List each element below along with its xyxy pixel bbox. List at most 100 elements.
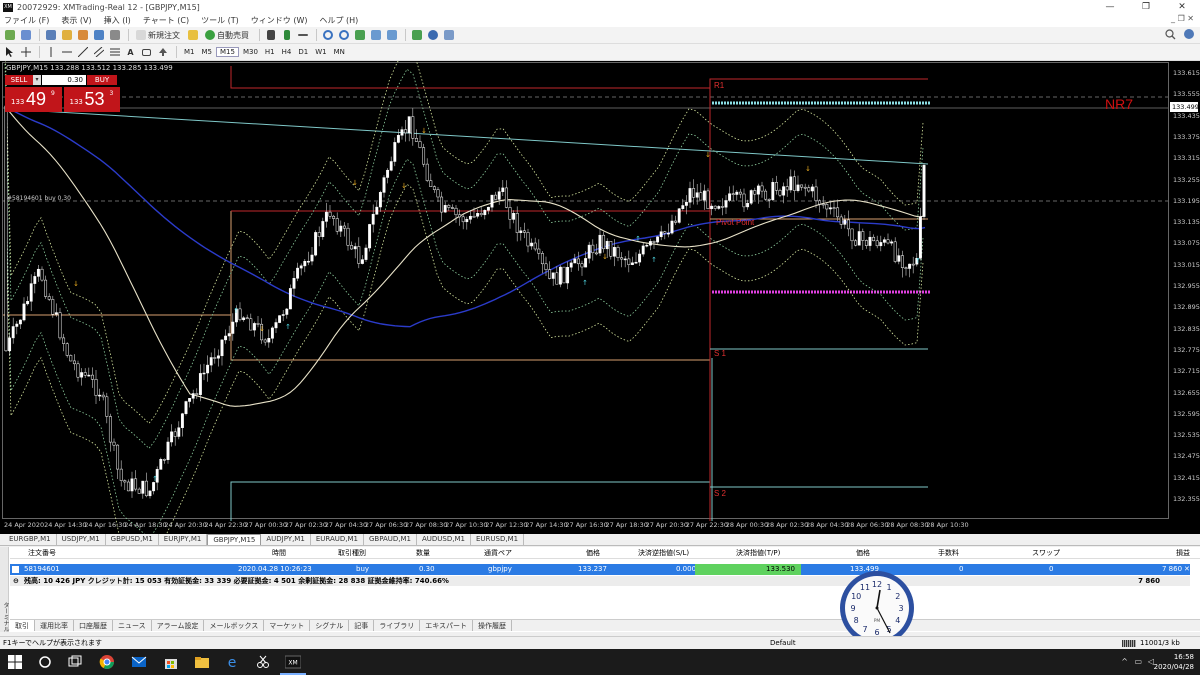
volume-input[interactable]: 0.30 — [42, 74, 86, 85]
menu-view[interactable]: 表示 (V) — [61, 15, 91, 26]
col-take-profit[interactable]: 決済指値(T/P) — [736, 548, 780, 559]
chart-tab-gbpjpy-m15[interactable]: GBPJPY,M15 — [207, 534, 262, 545]
col-time[interactable]: 時間 — [272, 548, 286, 559]
col-volume[interactable]: 数量 — [416, 548, 430, 559]
text-tool-icon[interactable]: A — [124, 46, 137, 59]
terminal-tab-2[interactable]: 口座履歴 — [74, 620, 113, 631]
crosshair-icon[interactable] — [19, 46, 32, 59]
new-chart-icon[interactable] — [3, 29, 16, 42]
buy-button[interactable]: BUY — [87, 74, 117, 85]
profiles-icon[interactable] — [19, 29, 32, 42]
timeframe-h4[interactable]: H4 — [279, 48, 295, 56]
timeframe-m15[interactable]: M15 — [216, 47, 239, 57]
metaeditor-icon[interactable] — [186, 29, 199, 42]
indicators-icon[interactable] — [410, 29, 423, 42]
order-line-label[interactable]: #58194601 buy 0.30 — [7, 195, 71, 202]
volume-dropdown[interactable]: ▾ — [33, 74, 41, 85]
timeframe-h1[interactable]: H1 — [262, 48, 278, 56]
terminal-tab-3[interactable]: ニュース — [113, 620, 152, 631]
community-icon[interactable] — [1184, 29, 1194, 42]
label-tool-icon[interactable] — [140, 46, 153, 59]
minimize-button[interactable]: — — [1092, 0, 1128, 14]
col-open-price[interactable]: 価格 — [586, 548, 600, 559]
buy-price-button[interactable]: 133 53 3 — [63, 87, 120, 112]
search-circle-icon[interactable] — [37, 654, 53, 670]
chart-tab-eurgbp-m1[interactable]: EURGBP,M1 — [4, 534, 57, 545]
col-price[interactable]: 価格 — [856, 548, 870, 559]
terminal-tab-1[interactable]: 運用比率 — [35, 620, 74, 631]
fibonacci-icon[interactable] — [108, 46, 121, 59]
col-stop-loss[interactable]: 決済逆指値(S/L) — [638, 548, 689, 559]
menu-chart[interactable]: チャート (C) — [143, 15, 189, 26]
market-watch-icon[interactable] — [44, 29, 57, 42]
close-order-icon[interactable]: ✕ — [1184, 564, 1190, 575]
col-type[interactable]: 取引種別 — [338, 548, 366, 559]
explorer-folder-icon[interactable] — [194, 654, 210, 670]
network-icon[interactable]: ▭ — [1134, 657, 1142, 666]
col-swap[interactable]: スワップ — [1032, 548, 1060, 559]
timeframe-m30[interactable]: M30 — [240, 48, 261, 56]
line-chart-icon[interactable] — [296, 29, 309, 42]
data-window-icon[interactable] — [60, 29, 73, 42]
close-button[interactable]: ✕ — [1164, 0, 1200, 14]
channel-icon[interactable] — [92, 46, 105, 59]
terminal-tab-0[interactable]: 取引 — [10, 620, 35, 631]
navigator-icon[interactable] — [76, 29, 89, 42]
trade-row[interactable]: 58194601 2020.04.28 10:26:23 buy 0.30 gb… — [10, 564, 1190, 575]
chart-tab-euraud-m1[interactable]: EURAUD,M1 — [311, 534, 364, 545]
terminal-tab-8[interactable]: 記事 — [349, 620, 375, 631]
windows-start-icon[interactable] — [7, 654, 23, 670]
col-symbol[interactable]: 通貨ペア — [484, 548, 512, 559]
sell-button[interactable]: SELL — [5, 74, 33, 85]
zoom-out-icon[interactable] — [337, 29, 350, 42]
chart-tab-audjpy-m1[interactable]: AUDJPY,M1 — [261, 534, 311, 545]
chart-tab-usdjpy-m1[interactable]: USDJPY,M1 — [57, 534, 106, 545]
chart-tab-gbpaud-m1[interactable]: GBPAUD,M1 — [364, 534, 417, 545]
terminal-tab-10[interactable]: エキスパート — [420, 620, 474, 631]
child-window-controls[interactable]: _ ❐ ✕ — [1171, 14, 1194, 23]
bar-chart-icon[interactable] — [264, 29, 277, 42]
timeframe-mn[interactable]: MN — [331, 48, 348, 56]
auto-trading-button[interactable]: 自動売買 — [202, 29, 252, 42]
menu-window[interactable]: ウィンドウ (W) — [251, 15, 308, 26]
price-chart[interactable]: ↓ ↑ ↑ ↓ ↑ ↓ ↓ ↓ ↑ ↓ ↑ ↑ ↓ ↓ ↑ GBPJPY,M15 133.288 133.5… — [0, 61, 1200, 534]
timeframe-d1[interactable]: D1 — [295, 48, 311, 56]
trade-stop-loss[interactable]: 0.000 — [676, 564, 696, 575]
chrome-icon[interactable] — [99, 654, 115, 670]
menu-tools[interactable]: ツール (T) — [201, 15, 239, 26]
terminal-tab-11[interactable]: 操作履歴 — [473, 620, 513, 631]
terminal-tab-6[interactable]: マーケット — [264, 620, 311, 631]
system-clock[interactable]: 16:58 2020/04/28 — [1154, 652, 1194, 672]
terminal-tab-7[interactable]: シグナル — [310, 620, 350, 631]
chart-tab-eurusd-m1[interactable]: EURUSD,M1 — [471, 534, 525, 545]
templates-icon[interactable] — [442, 29, 455, 42]
autoscroll-icon[interactable] — [369, 29, 382, 42]
snipping-tool-icon[interactable] — [255, 654, 271, 670]
terminal-tab-9[interactable]: ライブラリ — [374, 620, 421, 631]
terminal-tab-4[interactable]: アラーム設定 — [152, 620, 205, 631]
vertical-line-icon[interactable] — [44, 46, 57, 59]
terminal-tab-5[interactable]: メールボックス — [204, 620, 265, 631]
mt4-taskbar-icon[interactable]: XM — [285, 654, 301, 670]
terminal-side-bar[interactable]: ターミナル — [0, 547, 9, 632]
periods-icon[interactable] — [426, 29, 439, 42]
sell-price-button[interactable]: 133 49 9 — [5, 87, 62, 112]
store-icon[interactable] — [163, 654, 179, 670]
menu-insert[interactable]: 挿入 (I) — [104, 15, 131, 26]
menu-file[interactable]: ファイル (F) — [4, 15, 49, 26]
timeframe-w1[interactable]: W1 — [312, 48, 329, 56]
candlestick-icon[interactable] — [280, 29, 293, 42]
maximize-button[interactable]: ❐ — [1128, 0, 1164, 14]
timeframe-m5[interactable]: M5 — [199, 48, 216, 56]
col-ticket[interactable]: 注文番号 — [28, 548, 56, 559]
edge-icon[interactable]: e — [224, 654, 240, 670]
arrows-icon[interactable] — [156, 46, 169, 59]
col-profit[interactable]: 損益 — [1176, 548, 1190, 559]
terminal-icon[interactable] — [92, 29, 105, 42]
chart-tab-gbpusd-m1[interactable]: GBPUSD,M1 — [106, 534, 159, 545]
trendline-icon[interactable] — [76, 46, 89, 59]
horizontal-line-icon[interactable] — [60, 46, 73, 59]
search-icon[interactable] — [1165, 29, 1176, 43]
tile-windows-icon[interactable] — [353, 29, 366, 42]
cursor-icon[interactable] — [3, 46, 16, 59]
